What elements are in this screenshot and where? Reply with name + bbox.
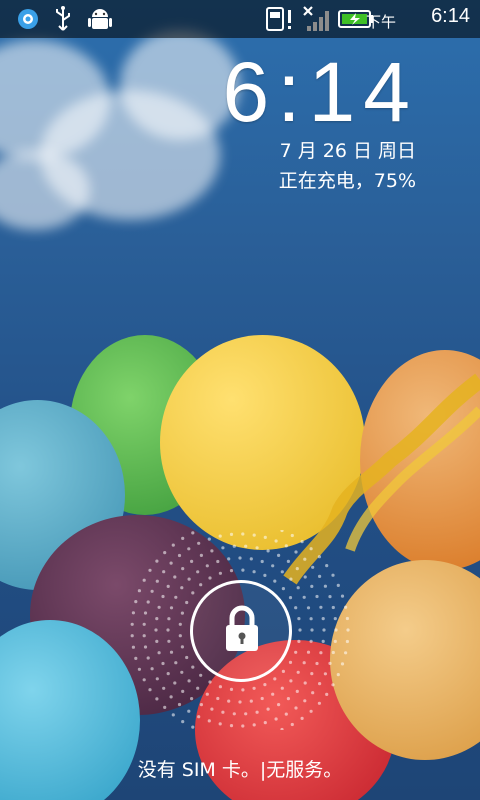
android-debug-icon [86, 6, 114, 32]
status-bar: 下午 6:14 [0, 0, 480, 38]
app-store-icon [14, 6, 42, 32]
lockscreen-date: 7 月 26 日 周日 [279, 140, 416, 162]
lockscreen-clock: 6:14 [222, 45, 418, 139]
ribbon [283, 373, 480, 585]
status-ampm: 下午 [365, 13, 396, 31]
usb-icon [50, 6, 76, 32]
sim-status-message: 没有 SIM 卡。|无服务。 [137, 759, 343, 781]
lock-icon[interactable] [222, 605, 262, 655]
charging-status: 正在充电，75% [278, 170, 416, 192]
no-signal-icon [300, 6, 334, 32]
status-time: 6:14 [431, 5, 470, 27]
sim-card-alert-icon [264, 6, 294, 32]
